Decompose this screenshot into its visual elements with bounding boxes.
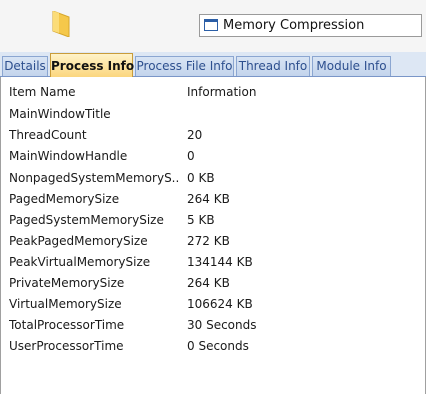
row-information: 0 Seconds [187, 339, 249, 353]
row-information: 30 Seconds [187, 318, 257, 332]
header-bar: Memory Compression [0, 0, 426, 52]
row-item-name: VirtualMemorySize [9, 297, 122, 311]
table-row[interactable]: NonpagedSystemMemoryS... 0 KB [9, 168, 419, 189]
row-item-name: PrivateMemorySize [9, 276, 125, 290]
process-info-table: Item Name Information MainWindowTitle Th… [0, 77, 426, 394]
row-item-name: PagedMemorySize [9, 192, 120, 206]
tab-strip: Details Process Info Process File Info T… [0, 52, 426, 77]
row-item-name: ThreadCount [9, 128, 87, 142]
row-item-name: NonpagedSystemMemoryS... [9, 171, 179, 185]
row-item-name: TotalProcessorTime [9, 318, 125, 332]
row-item-name: MainWindowHandle [9, 149, 128, 163]
row-information: 20 [187, 128, 203, 142]
row-item-name: PagedSystemMemorySize [9, 213, 164, 227]
column-header-item-name[interactable]: Item Name [9, 82, 179, 103]
tab-thread-info[interactable]: Thread Info [236, 56, 310, 76]
tab-process-file-info[interactable]: Process File Info [135, 56, 234, 76]
process-title-text: Memory Compression [223, 18, 365, 33]
row-item-name: UserProcessorTime [9, 339, 124, 353]
table-row[interactable]: PagedMemorySize 264 KB [9, 189, 419, 210]
row-item-name: MainWindowTitle [9, 107, 111, 121]
row-information: 264 KB [187, 192, 230, 206]
table-header: Item Name Information [9, 82, 419, 103]
row-information: 272 KB [187, 234, 230, 248]
table-row[interactable]: PeakVirtualMemorySize 134144 KB [9, 252, 419, 273]
column-header-information[interactable]: Information [187, 82, 256, 103]
folder-icon[interactable] [51, 11, 71, 37]
table-row[interactable]: PeakPagedMemorySize 272 KB [9, 231, 419, 252]
tab-process-info[interactable]: Process Info [50, 53, 134, 77]
table-row[interactable]: ThreadCount 20 [9, 125, 419, 146]
table-row[interactable]: MainWindowTitle [9, 104, 419, 125]
tab-module-info[interactable]: Module Info [312, 56, 391, 76]
window-icon [204, 19, 218, 31]
row-information: 106624 KB [187, 297, 253, 311]
table-row[interactable]: UserProcessorTime 0 Seconds [9, 336, 419, 357]
table-row[interactable]: PagedSystemMemorySize 5 KB [9, 210, 419, 231]
table-row[interactable]: PrivateMemorySize 264 KB [9, 273, 419, 294]
row-information: 264 KB [187, 276, 230, 290]
table-row[interactable]: MainWindowHandle 0 [9, 146, 419, 167]
table-row[interactable]: TotalProcessorTime 30 Seconds [9, 315, 419, 336]
row-item-name: PeakVirtualMemorySize [9, 255, 151, 269]
row-information: 5 KB [187, 213, 215, 227]
process-title-field[interactable]: Memory Compression [199, 14, 422, 37]
row-information: 134144 KB [187, 255, 253, 269]
row-information: 0 [187, 149, 195, 163]
row-information: 0 KB [187, 171, 215, 185]
table-row[interactable]: VirtualMemorySize 106624 KB [9, 294, 419, 315]
row-item-name: PeakPagedMemorySize [9, 234, 148, 248]
tab-details[interactable]: Details [2, 56, 48, 76]
